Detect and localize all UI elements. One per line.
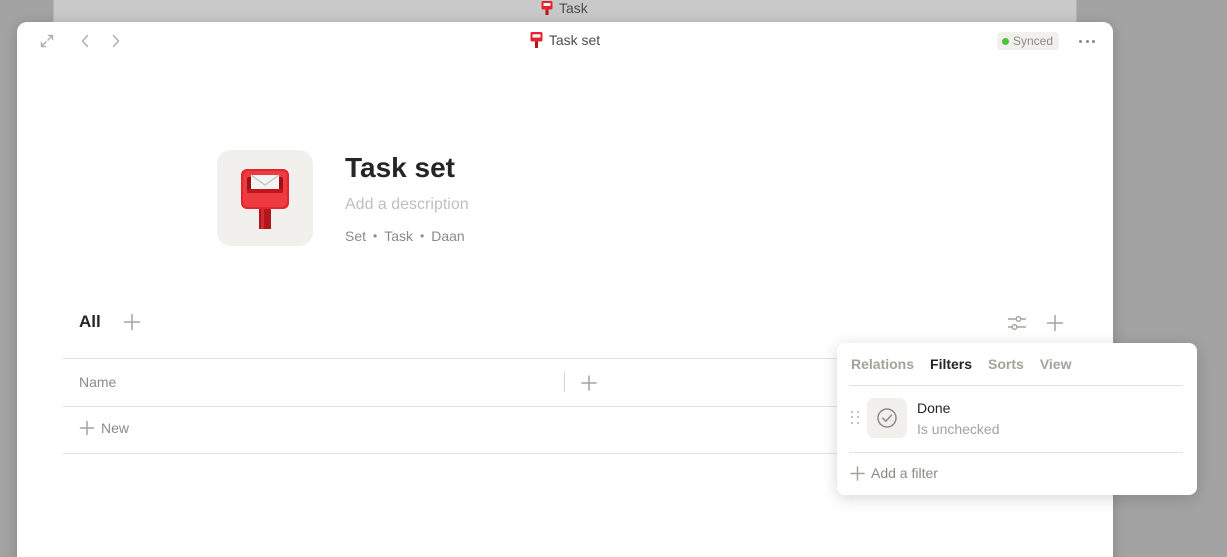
checkbox-icon xyxy=(867,398,907,438)
postbox-icon xyxy=(241,169,289,229)
background-window-title: Task xyxy=(541,0,588,16)
description-input[interactable]: Add a description xyxy=(345,196,469,214)
tab-all[interactable]: All xyxy=(79,312,101,332)
view-settings-icon[interactable] xyxy=(1006,312,1028,334)
modal-title-text: Task set xyxy=(548,32,601,48)
filter-property[interactable]: Done xyxy=(917,400,950,416)
modal-toolbar: Task set Synced xyxy=(17,22,1113,60)
modal-title: Task set xyxy=(17,32,1113,48)
object-meta: Set • Task • Daan xyxy=(345,228,465,244)
more-options-icon[interactable] xyxy=(1077,32,1097,50)
popup-divider xyxy=(849,452,1183,453)
page-title[interactable]: Task set xyxy=(345,152,455,184)
add-object-button[interactable] xyxy=(1045,313,1065,333)
popup-divider xyxy=(849,385,1183,386)
background-window-title-text: Task xyxy=(559,0,588,16)
new-row-label: New xyxy=(101,420,130,436)
tab-sorts[interactable]: Sorts xyxy=(988,356,1024,372)
add-filter-button[interactable]: Add a filter xyxy=(850,465,938,481)
meta-separator: • xyxy=(373,229,378,243)
filter-condition[interactable]: Is unchecked xyxy=(917,421,1000,437)
drag-handle-icon[interactable] xyxy=(851,411,861,425)
meta-creator[interactable]: Daan xyxy=(431,228,464,244)
set-icon[interactable] xyxy=(217,150,313,246)
tab-filters[interactable]: Filters xyxy=(930,356,972,372)
tab-view[interactable]: View xyxy=(1040,356,1072,372)
column-divider[interactable] xyxy=(564,372,565,392)
plus-icon xyxy=(79,420,95,436)
plus-icon xyxy=(1046,314,1064,332)
plus-icon xyxy=(850,465,865,481)
view-settings-popup: Relations Filters Sorts View Done Is unc… xyxy=(837,343,1197,495)
add-filter-label: Add a filter xyxy=(871,465,938,481)
meta-separator: • xyxy=(420,229,425,243)
tab-relations[interactable]: Relations xyxy=(851,356,914,372)
postbox-icon xyxy=(530,32,543,48)
popup-tabs: Relations Filters Sorts View xyxy=(851,356,1071,372)
meta-type[interactable]: Set xyxy=(345,228,366,244)
sync-status-label: Synced xyxy=(1012,34,1053,48)
add-column-button[interactable] xyxy=(579,373,599,393)
add-view-button[interactable] xyxy=(122,312,142,332)
plus-icon xyxy=(123,313,141,331)
sync-status-badge[interactable]: Synced xyxy=(996,32,1059,50)
plus-icon xyxy=(581,375,597,391)
meta-source[interactable]: Task xyxy=(384,228,413,244)
column-header-name[interactable]: Name xyxy=(79,374,116,390)
sync-dot-icon xyxy=(1001,37,1009,45)
postbox-icon xyxy=(541,1,553,15)
new-row-button[interactable]: New xyxy=(79,420,129,436)
